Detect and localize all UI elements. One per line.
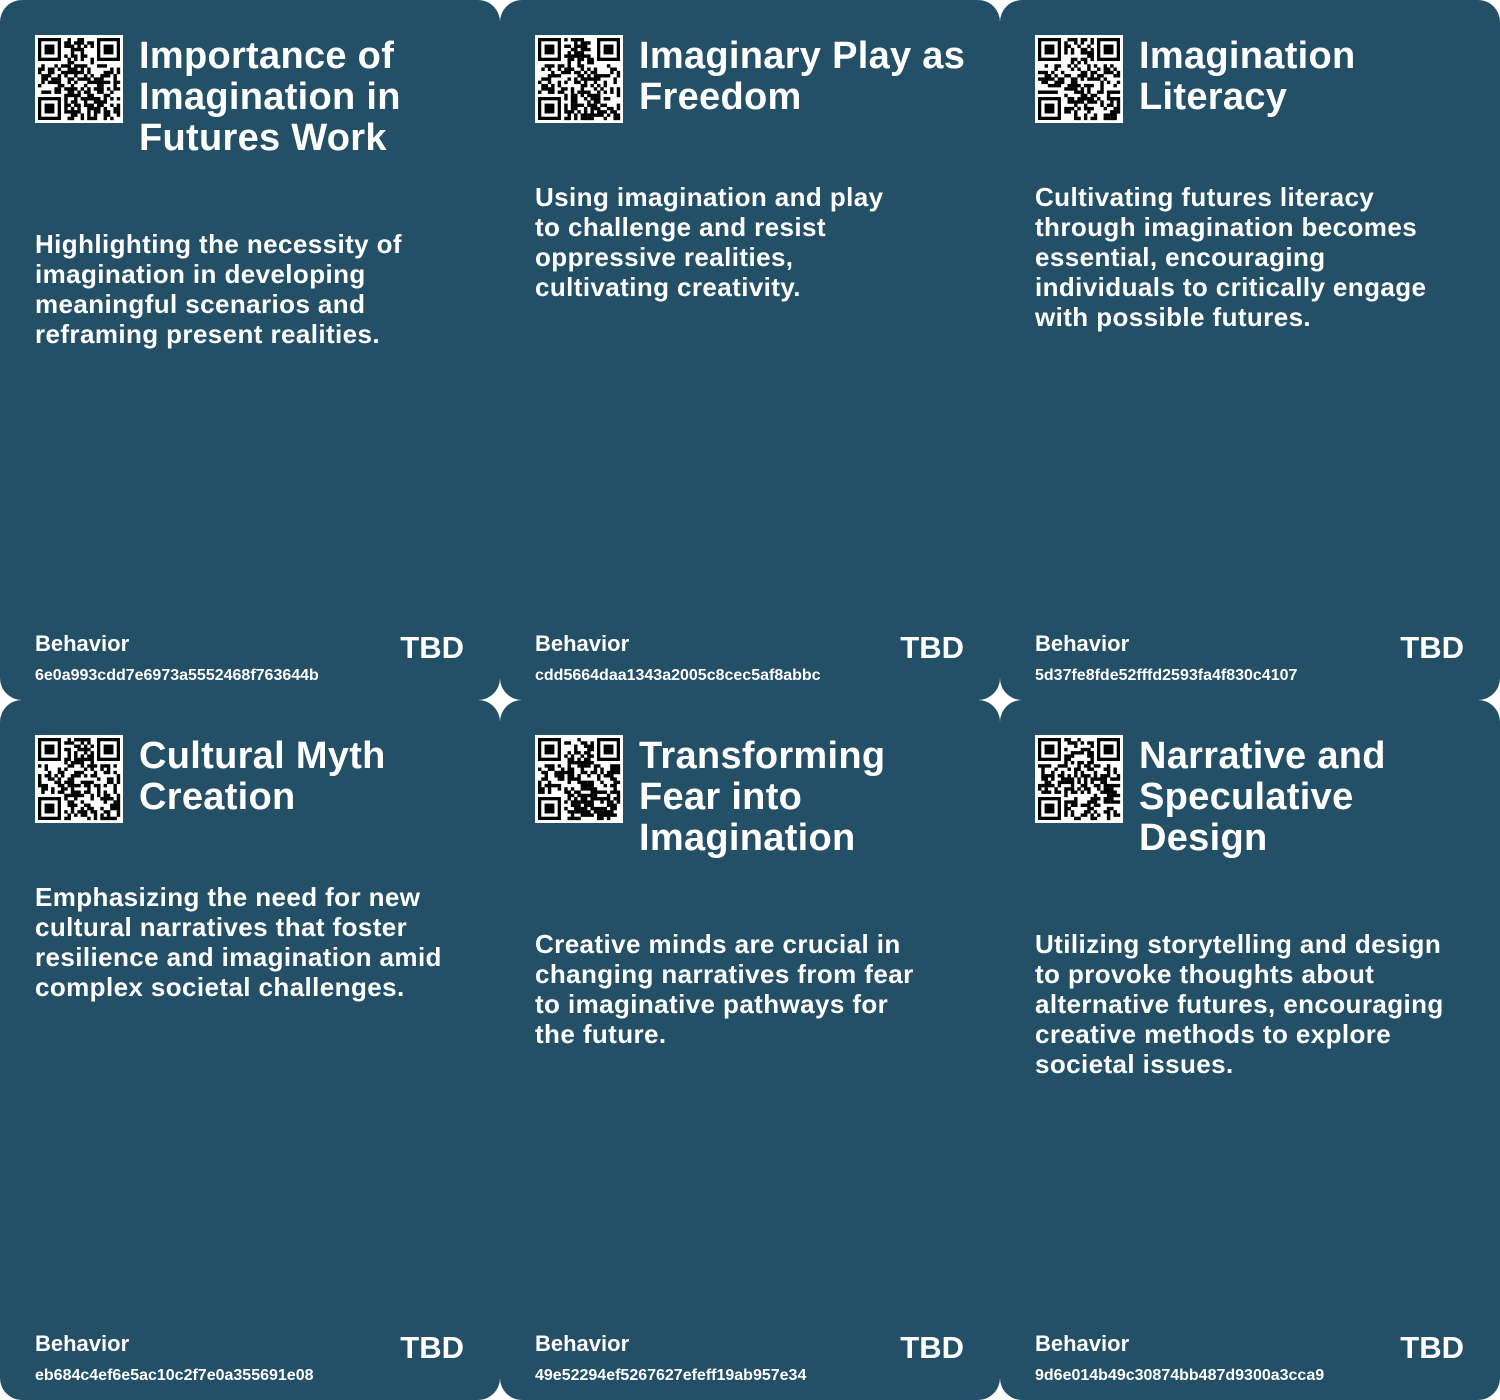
card-title: Cultural Myth Creation	[139, 735, 386, 818]
status-badge: TBD	[1400, 630, 1464, 665]
status-badge: TBD	[400, 630, 464, 665]
card-title: Imagination Literacy	[1139, 35, 1356, 118]
card: Narrative and Speculative Design Utilizi…	[1000, 700, 1500, 1400]
card-id: eb684c4ef6e5ac10c2f7e0a355691e08	[35, 1367, 314, 1384]
card-category: Behavior	[535, 1331, 630, 1356]
card: Transforming Fear into Imagination Creat…	[500, 700, 1000, 1400]
card: Imaginary Play as Freedom Using imaginat…	[500, 0, 1000, 700]
qr-code-icon	[535, 735, 623, 823]
card-description: Emphasizing the need for new cultural na…	[35, 882, 442, 1002]
card-category: Behavior	[1035, 631, 1130, 656]
qr-code-icon	[35, 735, 123, 823]
card: Imagination Literacy Cultivating futures…	[1000, 0, 1500, 700]
qr-code-graphic	[535, 35, 623, 123]
card-title: Importance of Imagination in Futures Wor…	[139, 35, 401, 159]
status-badge: TBD	[400, 1330, 464, 1365]
card-id: 49e52294ef5267627efeff19ab957e34	[535, 1367, 807, 1384]
card-grid: Importance of Imagination in Futures Wor…	[0, 0, 1500, 1400]
qr-code-graphic	[35, 35, 123, 123]
qr-code-icon	[1035, 35, 1123, 123]
status-badge: TBD	[900, 630, 964, 665]
card-id: cdd5664daa1343a2005c8cec5af8abbc	[535, 667, 821, 684]
qr-code-graphic	[35, 735, 123, 823]
status-badge: TBD	[1400, 1330, 1464, 1365]
card-id: 6e0a993cdd7e6973a5552468f763644b	[35, 667, 319, 684]
card-title: Imaginary Play as Freedom	[639, 35, 966, 118]
card-title: Narrative and Speculative Design	[1139, 735, 1386, 859]
qr-code-graphic	[1035, 735, 1123, 823]
qr-code-icon	[35, 35, 123, 123]
qr-code-graphic	[1035, 35, 1123, 123]
qr-code-icon	[535, 35, 623, 123]
card: Cultural Myth Creation Emphasizing the n…	[0, 700, 500, 1400]
card-category: Behavior	[1035, 1331, 1130, 1356]
status-badge: TBD	[900, 1330, 964, 1365]
card-title: Transforming Fear into Imagination	[639, 735, 886, 859]
card-description: Highlighting the necessity of imaginatio…	[35, 229, 402, 349]
card-id: 9d6e014b49c30874bb487d9300a3cca9	[1035, 1367, 1325, 1384]
card-description: Creative minds are crucial in changing n…	[535, 929, 914, 1049]
card: Importance of Imagination in Futures Wor…	[0, 0, 500, 700]
card-category: Behavior	[35, 631, 130, 656]
card-description: Utilizing storytelling and design to pro…	[1035, 929, 1444, 1079]
card-category: Behavior	[35, 1331, 130, 1356]
qr-code-graphic	[535, 735, 623, 823]
qr-code-icon	[1035, 735, 1123, 823]
card-category: Behavior	[535, 631, 630, 656]
card-description: Using imagination and play to challenge …	[535, 182, 884, 302]
card-id: 5d37fe8fde52fffd2593fa4f830c4107	[1035, 667, 1298, 684]
card-description: Cultivating futures literacy through ima…	[1035, 182, 1427, 332]
